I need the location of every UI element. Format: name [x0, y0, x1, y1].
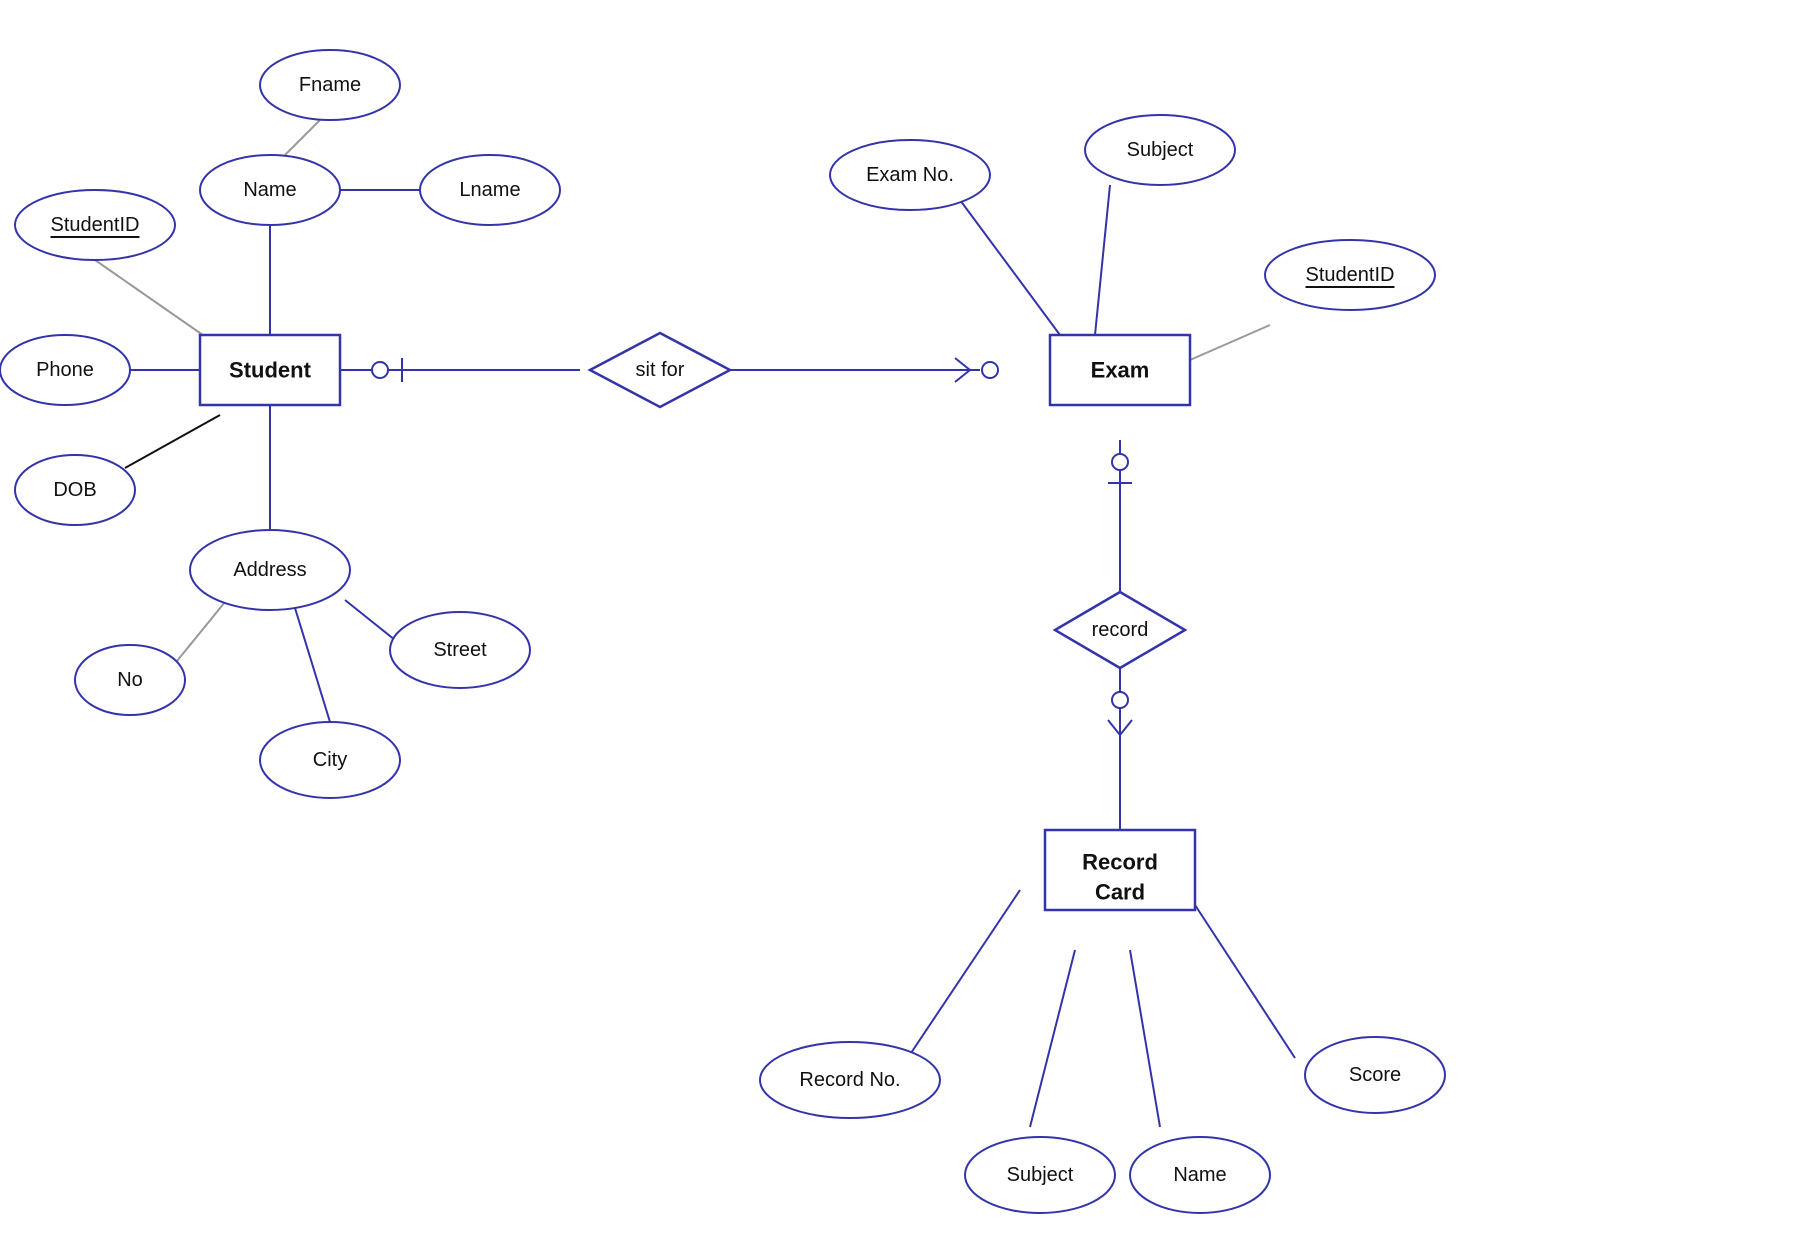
line-street-address: [345, 600, 395, 640]
line-subject-rc: [1030, 950, 1075, 1127]
attr-fname-label: Fname: [299, 74, 361, 96]
attr-phone-label: Phone: [36, 359, 94, 381]
attr-exam-no-label: Exam No.: [866, 164, 954, 186]
attr-dob-label: DOB: [53, 479, 96, 501]
entity-exam-label: Exam: [1091, 358, 1150, 383]
entity-record-card-label2: Card: [1095, 880, 1145, 905]
line-score-rc: [1195, 905, 1295, 1058]
rel-record-label: record: [1092, 619, 1149, 641]
crowfoot-bottom: [955, 370, 970, 382]
attr-lname-label: Lname: [459, 179, 520, 201]
line-studentid-student: [95, 260, 210, 340]
attr-name-rc-label: Name: [1173, 1164, 1226, 1186]
line-examno-exam: [960, 200, 1060, 335]
attr-record-no-label: Record No.: [799, 1069, 900, 1091]
line-fname-name: [285, 120, 320, 155]
attr-street-label: Street: [433, 639, 487, 661]
er-diagram: Student Exam Record Card sit for record …: [0, 0, 1800, 1250]
crowfoot-rc-right: [1120, 720, 1132, 735]
zero-circle-right: [982, 362, 998, 378]
line-name-rc: [1130, 950, 1160, 1127]
zero-circle-left: [372, 362, 388, 378]
crowfoot-rc-left: [1108, 720, 1120, 735]
attr-city-label: City: [313, 749, 347, 771]
rel-sit-for-label: sit for: [636, 359, 685, 381]
zero-circle-exam-bottom: [1112, 454, 1128, 470]
line-no-address: [177, 602, 225, 661]
line-recordno-rc: [907, 890, 1020, 1059]
crowfoot-top: [955, 358, 970, 370]
attr-subject-exam-label: Subject: [1127, 139, 1194, 161]
attr-address-label: Address: [233, 559, 306, 581]
attr-subject-rc-label: Subject: [1007, 1164, 1074, 1186]
line-city-address: [295, 608, 330, 722]
line-subject-exam: [1095, 185, 1110, 335]
attr-name-label: Name: [243, 179, 296, 201]
attr-score-label: Score: [1349, 1064, 1401, 1086]
line-dob-student: [125, 415, 220, 468]
zero-circle-record-bottom: [1112, 692, 1128, 708]
entity-record-card-label1: Record: [1082, 850, 1158, 875]
attr-student-id-exam-label: StudentID: [1306, 264, 1395, 286]
entity-student-label: Student: [229, 358, 312, 383]
attr-student-id-label: StudentID: [51, 214, 140, 236]
attr-no-label: No: [117, 669, 143, 691]
line-studentid-exam: [1190, 325, 1270, 360]
